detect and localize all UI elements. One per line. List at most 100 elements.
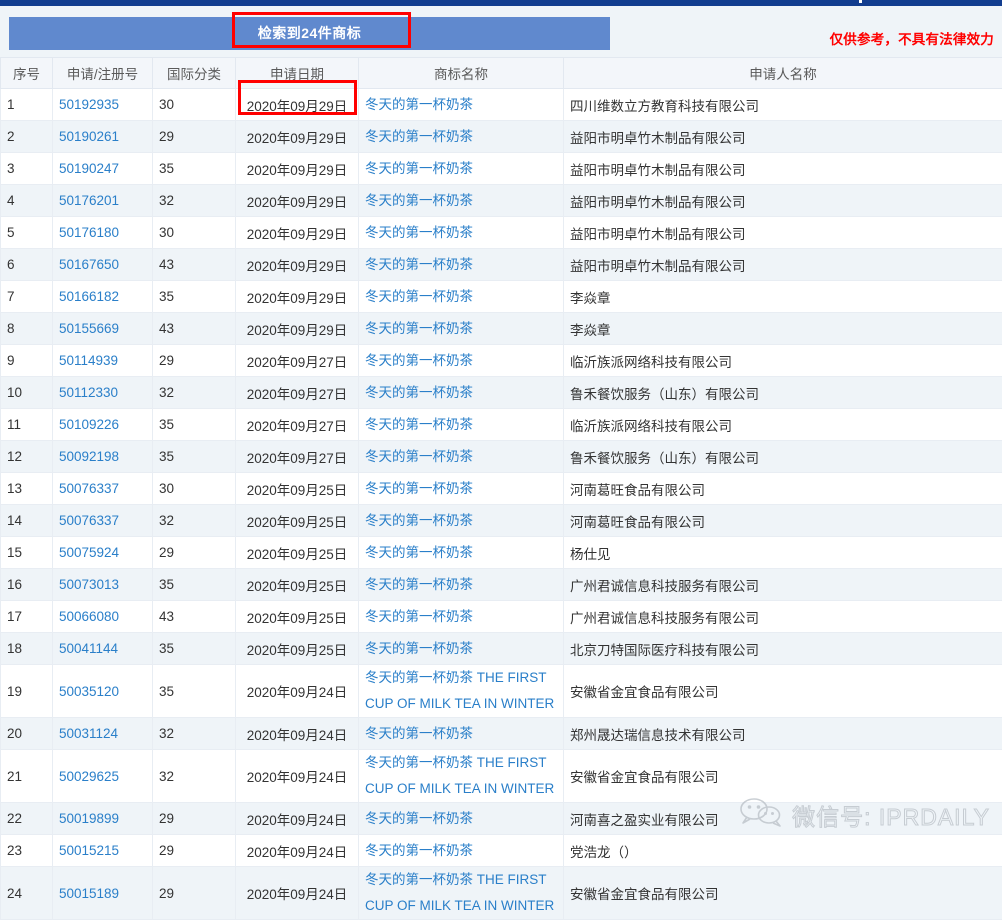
- trademark-name-link[interactable]: 冬天的第一杯奶茶: [365, 806, 557, 832]
- application-number-link[interactable]: 50019899: [59, 811, 119, 826]
- cell-application-date: 2020年09月24日: [236, 718, 359, 750]
- table-row: 2250019899292020年09月24日冬天的第一杯奶茶河南喜之盈实业有限…: [1, 803, 1002, 835]
- application-number-link[interactable]: 50015215: [59, 843, 119, 858]
- trademark-name-link[interactable]: 冬天的第一杯奶茶: [365, 380, 557, 406]
- trademark-name-link[interactable]: 冬天的第一杯奶茶 THE FIRST CUP OF MILK TEA IN WI…: [365, 750, 557, 802]
- cell-application-number: 50167650: [53, 249, 153, 281]
- trademark-name-link[interactable]: 冬天的第一杯奶茶: [365, 124, 557, 150]
- trademark-name-link[interactable]: 冬天的第一杯奶茶: [365, 636, 557, 662]
- trademark-name-link[interactable]: 冬天的第一杯奶茶 THE FIRST CUP OF MILK TEA IN WI…: [365, 665, 557, 717]
- application-number-link[interactable]: 50167650: [59, 257, 119, 272]
- cell-application-date: 2020年09月27日: [236, 409, 359, 441]
- application-number-link[interactable]: 50112330: [59, 385, 118, 400]
- table-row: 1650073013352020年09月25日冬天的第一杯奶茶广州君诚信息科技服…: [1, 569, 1002, 601]
- cell-application-number: 50031124: [53, 718, 153, 750]
- cell-application-number: 50092198: [53, 441, 153, 473]
- application-number-link[interactable]: 50066080: [59, 609, 119, 624]
- cell-applicant-name: 四川维数立方教育科技有限公司: [564, 89, 1002, 121]
- cell-application-date: 2020年09月29日: [236, 185, 359, 217]
- cell-trademark-name: 冬天的第一杯奶茶: [359, 569, 564, 601]
- cell-seq: 20: [1, 718, 53, 750]
- table-row: 2450015189292020年09月24日冬天的第一杯奶茶 THE FIRS…: [1, 867, 1002, 920]
- trademark-name-link[interactable]: 冬天的第一杯奶茶: [365, 284, 557, 310]
- application-number-link[interactable]: 50192935: [59, 97, 119, 112]
- cell-application-date: 2020年09月24日: [236, 835, 359, 867]
- application-number-link[interactable]: 50041144: [59, 641, 118, 656]
- cell-application-number: 50155669: [53, 313, 153, 345]
- trademark-name-link[interactable]: 冬天的第一杯奶茶: [365, 444, 557, 470]
- cell-application-date: 2020年09月27日: [236, 441, 359, 473]
- cell-trademark-name: 冬天的第一杯奶茶: [359, 313, 564, 345]
- trademark-name-link[interactable]: 冬天的第一杯奶茶: [365, 476, 557, 502]
- trademark-name-link[interactable]: 冬天的第一杯奶茶: [365, 540, 557, 566]
- application-number-link[interactable]: 50076337: [59, 513, 119, 528]
- cell-application-number: 50075924: [53, 537, 153, 569]
- trademark-name-link[interactable]: 冬天的第一杯奶茶: [365, 838, 557, 864]
- trademark-name-link[interactable]: 冬天的第一杯奶茶: [365, 412, 557, 438]
- column-header-app-date: 申请日期: [236, 58, 359, 89]
- application-number-link[interactable]: 50190247: [59, 161, 119, 176]
- trademark-name-link[interactable]: 冬天的第一杯奶茶: [365, 508, 557, 534]
- table-row: 1050112330322020年09月27日冬天的第一杯奶茶鲁禾餐饮服务（山东…: [1, 377, 1002, 409]
- cell-seq: 5: [1, 217, 53, 249]
- trademark-name-link[interactable]: 冬天的第一杯奶茶: [365, 252, 557, 278]
- cell-seq: 23: [1, 835, 53, 867]
- cell-applicant-name: 益阳市明卓竹木制品有限公司: [564, 121, 1002, 153]
- trademark-name-link[interactable]: 冬天的第一杯奶茶 THE FIRST CUP OF MILK TEA IN WI…: [365, 867, 557, 919]
- application-number-link[interactable]: 50166182: [59, 289, 119, 304]
- application-number-link[interactable]: 50035120: [59, 684, 119, 699]
- trademark-name-link[interactable]: 冬天的第一杯奶茶: [365, 604, 557, 630]
- cell-trademark-name: 冬天的第一杯奶茶: [359, 473, 564, 505]
- cell-application-date: 2020年09月24日: [236, 750, 359, 803]
- cell-seq: 22: [1, 803, 53, 835]
- application-number-link[interactable]: 50176201: [59, 193, 119, 208]
- application-number-link[interactable]: 50176180: [59, 225, 119, 240]
- trademark-name-link[interactable]: 冬天的第一杯奶茶: [365, 572, 557, 598]
- cell-trademark-name: 冬天的第一杯奶茶: [359, 217, 564, 249]
- cell-trademark-name: 冬天的第一杯奶茶: [359, 121, 564, 153]
- cell-application-date: 2020年09月29日: [236, 217, 359, 249]
- table-row: 1250092198352020年09月27日冬天的第一杯奶茶鲁禾餐饮服务（山东…: [1, 441, 1002, 473]
- trademark-name-link[interactable]: 冬天的第一杯奶茶: [365, 316, 557, 342]
- cell-intl-class: 35: [153, 633, 236, 665]
- trademark-name-link[interactable]: 冬天的第一杯奶茶: [365, 156, 557, 182]
- cell-intl-class: 43: [153, 601, 236, 633]
- cell-application-number: 50190247: [53, 153, 153, 185]
- cell-intl-class: 29: [153, 835, 236, 867]
- table-row: 650167650432020年09月29日冬天的第一杯奶茶益阳市明卓竹木制品有…: [1, 249, 1002, 281]
- cell-application-number: 50066080: [53, 601, 153, 633]
- trademark-name-link[interactable]: 冬天的第一杯奶茶: [365, 721, 557, 747]
- application-number-link[interactable]: 50190261: [59, 129, 119, 144]
- trademark-name-link[interactable]: 冬天的第一杯奶茶: [365, 348, 557, 374]
- application-number-link[interactable]: 50075924: [59, 545, 119, 560]
- application-number-link[interactable]: 50155669: [59, 321, 119, 336]
- cell-applicant-name: 鲁禾餐饮服务（山东）有限公司: [564, 377, 1002, 409]
- table-row: 450176201322020年09月29日冬天的第一杯奶茶益阳市明卓竹木制品有…: [1, 185, 1002, 217]
- cell-application-date: 2020年09月24日: [236, 867, 359, 920]
- trademark-name-link[interactable]: 冬天的第一杯奶茶: [365, 92, 557, 118]
- cell-intl-class: 35: [153, 441, 236, 473]
- application-number-link[interactable]: 50114939: [59, 353, 118, 368]
- application-number-link[interactable]: 50031124: [59, 726, 118, 741]
- table-row: 850155669432020年09月29日冬天的第一杯奶茶李焱章: [1, 313, 1002, 345]
- cell-trademark-name: 冬天的第一杯奶茶 THE FIRST CUP OF MILK TEA IN WI…: [359, 867, 564, 920]
- application-number-link[interactable]: 50015189: [59, 886, 119, 901]
- application-number-link[interactable]: 50029625: [59, 769, 119, 784]
- application-number-link[interactable]: 50109226: [59, 417, 119, 432]
- cell-application-number: 50190261: [53, 121, 153, 153]
- cell-applicant-name: 河南葛旺食品有限公司: [564, 473, 1002, 505]
- application-number-link[interactable]: 50092198: [59, 449, 119, 464]
- cell-applicant-name: 广州君诚信息科技服务有限公司: [564, 601, 1002, 633]
- cell-applicant-name: 鲁禾餐饮服务（山东）有限公司: [564, 441, 1002, 473]
- cell-applicant-name: 益阳市明卓竹木制品有限公司: [564, 249, 1002, 281]
- cell-seq: 7: [1, 281, 53, 313]
- trademark-name-link[interactable]: 冬天的第一杯奶茶: [365, 188, 557, 214]
- table-row: 1350076337302020年09月25日冬天的第一杯奶茶河南葛旺食品有限公…: [1, 473, 1002, 505]
- table-row: 250190261292020年09月29日冬天的第一杯奶茶益阳市明卓竹木制品有…: [1, 121, 1002, 153]
- application-number-link[interactable]: 50076337: [59, 481, 119, 496]
- cell-seq: 14: [1, 505, 53, 537]
- cell-seq: 10: [1, 377, 53, 409]
- cell-applicant-name: 广州君诚信息科技服务有限公司: [564, 569, 1002, 601]
- application-number-link[interactable]: 50073013: [59, 577, 119, 592]
- trademark-name-link[interactable]: 冬天的第一杯奶茶: [365, 220, 557, 246]
